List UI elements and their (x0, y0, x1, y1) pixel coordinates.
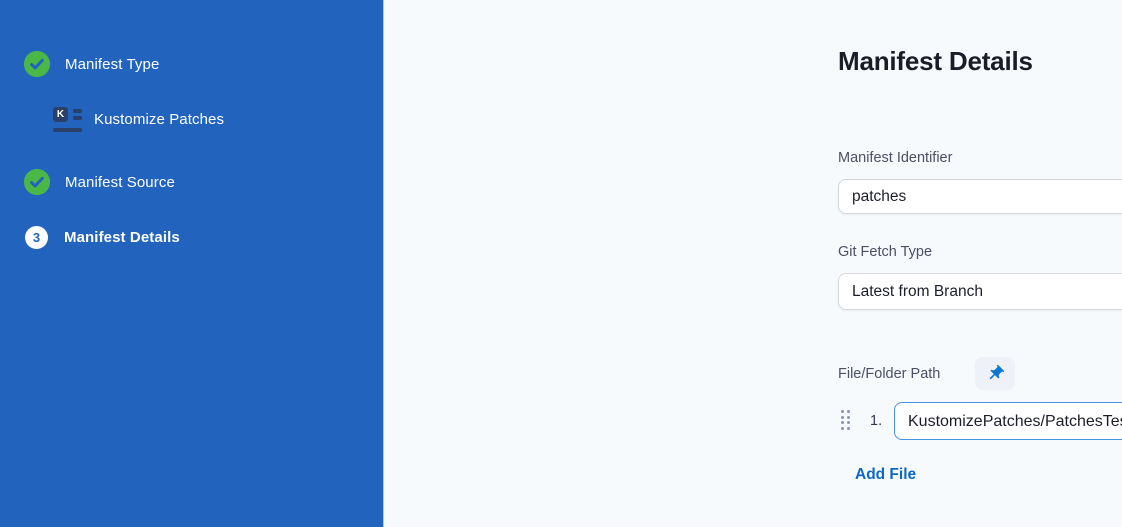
step-label: Manifest Source (65, 174, 175, 191)
manifest-details-panel: Manifest Details Manifest Identifier Git… (383, 0, 1122, 527)
manifest-identifier-label: Manifest Identifier (838, 150, 952, 166)
git-fetch-type-label: Git Fetch Type (838, 244, 932, 260)
file-folder-path-input[interactable]: KustomizePatches/PatchesTest/ku (894, 402, 1122, 440)
step-label-active: Manifest Details (64, 229, 180, 246)
kustomize-icon: K (53, 107, 83, 132)
git-fetch-type-selected-value: Latest from Branch (852, 283, 983, 301)
sidebar-step-manifest-type[interactable]: Manifest Type (24, 51, 159, 77)
substep-label: Kustomize Patches (94, 111, 224, 128)
wizard-steps-sidebar: Manifest Type K Kustomize Patches Manife… (0, 0, 383, 527)
sidebar-step-manifest-details[interactable]: 3 Manifest Details (25, 226, 180, 249)
manifest-identifier-input[interactable] (838, 179, 1122, 214)
check-circle-icon (24, 51, 50, 77)
add-file-button[interactable]: Add File (855, 466, 916, 484)
git-fetch-type-select[interactable]: Latest from Branch (838, 273, 1122, 310)
page-title: Manifest Details (838, 46, 1033, 77)
file-folder-path-value: KustomizePatches/PatchesTest/ku (908, 412, 1122, 431)
step-number-badge: 3 (25, 226, 48, 249)
step-label: Manifest Type (65, 56, 159, 73)
pin-icon (986, 364, 1005, 383)
manifest-wizard-page: Manifest Type K Kustomize Patches Manife… (0, 0, 1122, 527)
sidebar-step-manifest-source[interactable]: Manifest Source (24, 169, 175, 195)
sidebar-substep-kustomize-patches[interactable]: K Kustomize Patches (53, 107, 224, 132)
path-row-index: 1. (870, 413, 882, 429)
drag-handle-icon[interactable] (841, 410, 852, 433)
check-circle-icon (24, 169, 50, 195)
runtime-input-pin-button[interactable] (975, 357, 1015, 390)
file-folder-path-label: File/Folder Path (838, 366, 940, 382)
kustomize-icon-letter: K (53, 107, 68, 122)
